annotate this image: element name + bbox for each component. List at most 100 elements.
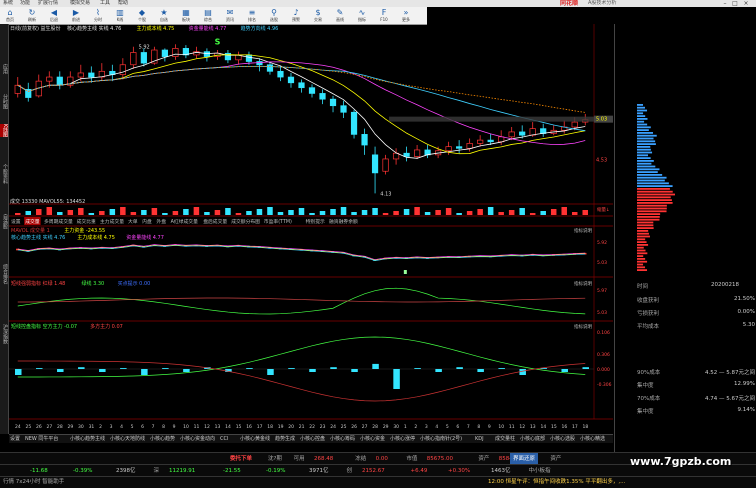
bottom-indicator-tab[interactable]: 小核心天地防线: [110, 435, 145, 443]
sidebar-tab-5[interactable]: 综合排名: [0, 264, 8, 284]
toolbar-button-7[interactable]: ★ 自选: [158, 9, 170, 23]
candle-body: [277, 70, 284, 78]
toolbar-button-15[interactable]: ✎ 画线: [334, 8, 346, 23]
toolbar-button-12[interactable]: ⚲ 选股: [268, 9, 280, 23]
indicator-tab[interactable]: 市盈率(TTM): [264, 218, 292, 225]
chart-area[interactable]: 日线(前复权) 益生股份 核心趋势主线 实线 4.76 主力成本线 4.75 资金量能…: [9, 24, 613, 434]
chip-distribution-panel: 时间 20200218 收盘获利 21.50% 亏损获利 0.00% 平均成本 5.30 90%…: [614, 24, 756, 454]
bottom-indicator-tab[interactable]: 成交量柱: [495, 435, 515, 443]
indicator-tab[interactable]: 融资融券余额: [329, 218, 358, 225]
chip-stat-key: 收盘获利: [637, 298, 660, 304]
chip-stat-value: 5.30: [742, 322, 755, 328]
minimize-icon[interactable]: –: [720, 0, 730, 7]
indicator-tab[interactable]: 成交比重: [77, 218, 96, 225]
bottom-indicator-tab[interactable]: 小核心趋势主线: [70, 435, 105, 443]
bottom-indicator-tab[interactable]: 小核心趋势: [150, 435, 175, 443]
toolbar-button-label: 综合: [204, 17, 212, 22]
panel1-info-tag[interactable]: 指标说明: [574, 227, 592, 234]
menu-item[interactable]: 功能: [20, 0, 30, 7]
bottom-indicator-tab[interactable]: 小核心筹码: [330, 435, 355, 443]
date-axis-label: 2: [414, 424, 417, 430]
menu-item[interactable]: 模拟交易: [70, 0, 90, 7]
sidebar-tab-6[interactable]: 沪深指数: [0, 324, 8, 344]
chip-date-label: 时间: [637, 284, 649, 290]
toolbar-button-16[interactable]: ∿ 指标: [356, 9, 368, 23]
chip-bar: [637, 227, 654, 229]
bottom-indicator-tab[interactable]: 小核心黄金线: [240, 435, 270, 443]
candle-body: [172, 48, 179, 57]
indicator-tab[interactable]: 多周期成交量: [44, 218, 73, 225]
indicator-tab[interactable]: 大单: [128, 218, 138, 225]
toolbar-button-3[interactable]: ▶ 前进: [70, 9, 82, 23]
bottom-indicator-tab[interactable]: NEW 同牛平台: [25, 435, 58, 443]
toolbar-button-5[interactable]: ▥ K线: [114, 9, 126, 23]
bottom-indicator-tab[interactable]: 小核心资金: [360, 435, 385, 443]
toolbar-button-8[interactable]: ▦ 板块: [180, 9, 192, 23]
bottom-indicator-tab[interactable]: 小核心涨停: [390, 435, 415, 443]
indicator-tab[interactable]: 内盘: [142, 218, 152, 225]
toolbar-button-2[interactable]: ◀ 后退: [48, 9, 60, 23]
bottom-indicator-tab[interactable]: 小核心控盘: [300, 435, 325, 443]
indicator-tab[interactable]: 盘后成交量: [203, 218, 227, 225]
news-ticker[interactable]: 12:00 恒星午评：恒指午间收跌1.35% 平平翻出多，,...: [488, 477, 625, 488]
indicator-tab[interactable]: 外盘: [156, 218, 166, 225]
panel3-axis-label: -0.306: [597, 382, 612, 388]
doc-icon: F: [381, 8, 387, 17]
panel2-info-tag[interactable]: 指标说明: [574, 280, 592, 287]
menu-item[interactable]: 工具: [100, 0, 110, 7]
panel3-bar: [57, 369, 64, 372]
bottom-indicator-tab[interactable]: KDJ: [475, 435, 484, 443]
toolbar-button-6[interactable]: ◆ 个股: [136, 8, 148, 23]
panel1-line: [17, 244, 586, 260]
bottom-indicator-tab[interactable]: 小核心精选: [580, 435, 605, 443]
menu-item[interactable]: 帮助: [118, 0, 128, 7]
toolbar-button-18[interactable]: » 更多: [400, 9, 412, 23]
toolbar-button-0[interactable]: ⌂ 首页: [4, 9, 16, 23]
toolbar-button-label: 指标: [358, 17, 366, 22]
panel3-info-tag[interactable]: 指标说明: [574, 323, 592, 330]
bottom-indicator-tab[interactable]: 小核心底部: [520, 435, 545, 443]
kline-chart-svg[interactable]: 日线(前复权) 益生股份 核心趋势主线 实线 4.76 主力成本线 4.75 资金量能…: [9, 24, 613, 434]
close-icon[interactable]: ×: [741, 0, 751, 7]
indicator-tab[interactable]: 特别提示: [306, 218, 325, 225]
pen-icon: ✎: [336, 8, 344, 17]
volume-axis-label: 缩量↓: [597, 206, 610, 213]
sidebar-tab-3[interactable]: 个股资料: [0, 164, 8, 184]
bottom-indicator-tab[interactable]: 趋势生成: [275, 435, 295, 443]
sidebar-tab-2[interactable]: K线图: [0, 124, 8, 138]
chip-bar: [637, 109, 648, 112]
panel3-red-line: [17, 360, 586, 402]
bottom-indicator-tab[interactable]: 设置: [10, 435, 20, 443]
toolbar-button-1[interactable]: ↻ 刷新: [26, 9, 38, 23]
toolbar-button-11[interactable]: ≡ 排名: [246, 9, 258, 23]
menu-item[interactable]: 扩展行情: [38, 0, 58, 7]
indicator-tab[interactable]: 主力成交量: [100, 218, 124, 225]
toolbar-button-10[interactable]: ✉ 资讯: [224, 9, 236, 23]
sidebar-tab-1[interactable]: 分时图: [0, 94, 8, 109]
bottom-indicator-tab[interactable]: CCI: [220, 435, 228, 443]
indicator-tab[interactable]: 成交额分布图: [231, 218, 260, 225]
toolbar-button-9[interactable]: ▤ 综合: [202, 9, 214, 23]
panel3-bar: [15, 369, 22, 375]
toolbar-button-4[interactable]: ⌇ 分时: [92, 9, 104, 23]
stock-icon: ◆: [138, 8, 146, 17]
brand-logo: 同花顺: [560, 0, 579, 7]
sidebar-tab-4[interactable]: 自选股: [0, 214, 8, 229]
date-axis-label: 15: [236, 424, 242, 430]
chip-bar: [637, 162, 652, 165]
panel3-axis-label: 0.306: [597, 352, 610, 358]
maximize-icon[interactable]: □: [730, 0, 740, 7]
toolbar-button-14[interactable]: $ 交易: [312, 9, 324, 23]
indicator-tab[interactable]: A红绿成交量: [171, 218, 198, 225]
toolbar-button-17[interactable]: F F10: [378, 8, 390, 23]
bottom-indicator-tab[interactable]: 小核心资金动向: [180, 435, 215, 443]
indicator-tab[interactable]: 成交量: [25, 218, 40, 225]
bottom-indicator-tab[interactable]: 小核心指南针(2号): [420, 435, 462, 443]
bottom-indicator-tab[interactable]: 小核心选股: [550, 435, 575, 443]
volume-bar: [99, 211, 105, 215]
menu-item[interactable]: 系统: [3, 0, 13, 7]
indicator-tab[interactable]: 设置: [11, 218, 21, 225]
sidebar-tab-0[interactable]: 应用: [0, 64, 8, 74]
toolbar-button-13[interactable]: ♪ 预警: [290, 9, 302, 23]
candle-body: [340, 105, 347, 113]
